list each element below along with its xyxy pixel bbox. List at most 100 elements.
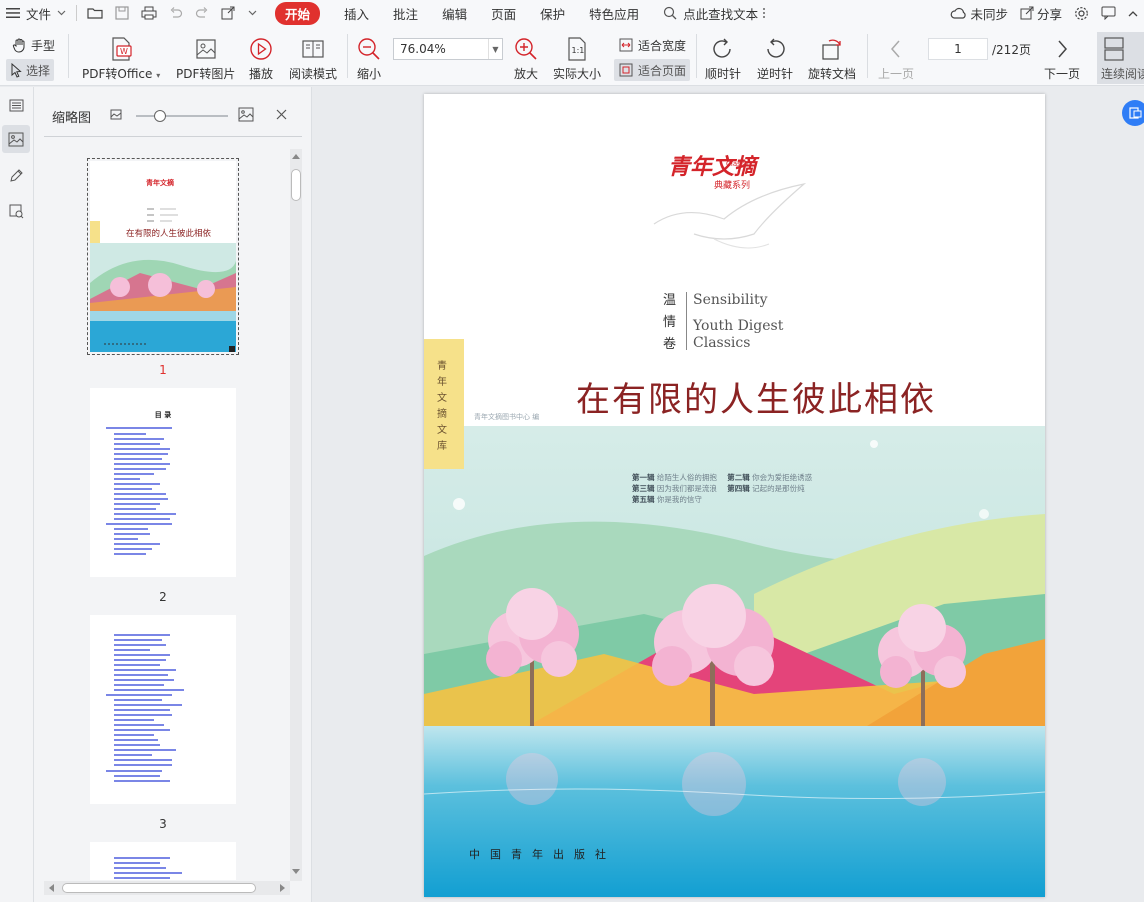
pdf-to-image-button[interactable]: PDF转图片 [176,36,235,82]
rotate-document-icon [819,36,845,62]
zoom-out-button[interactable]: 缩小 [356,36,382,82]
thumbnail-page-3[interactable] [90,615,236,804]
redo-icon [195,6,209,20]
tab-edit[interactable]: 编辑 [430,0,479,26]
settings-button[interactable] [1068,0,1095,26]
redo-button[interactable] [189,0,215,26]
pdf-to-word-icon: W [108,36,134,62]
close-icon[interactable] [276,109,287,120]
thumbnail-vertical-scrollbar[interactable] [290,149,302,881]
floating-assistant-button[interactable] [1122,100,1144,126]
save-button[interactable] [109,0,135,26]
large-image-icon[interactable] [238,107,254,122]
tab-protect[interactable]: 保护 [528,0,577,26]
english-line: Youth Digest [693,318,784,334]
svg-text:W: W [120,47,128,56]
rotate-clockwise-label: 顺时针 [705,67,742,81]
open-button[interactable] [81,0,109,26]
logo-sub-text: 典藏系列 [714,181,751,191]
chevron-right-icon [1049,36,1075,62]
hamburger-icon [6,7,20,19]
thumbnails-button[interactable] [2,125,30,153]
scroll-down-icon[interactable] [292,869,300,875]
bookmarks-button[interactable] [2,91,30,119]
actual-size-icon: 1:1 [564,36,590,62]
play-button[interactable]: 播放 [248,36,274,82]
zoom-in-button[interactable]: 放大 [513,36,539,82]
cover-thumbnail-art: 青年文摘 在有限的人生彼此相依 [90,161,236,352]
pdf-to-image-label: PDF转图片 [176,67,236,81]
play-icon [248,36,274,62]
save-icon [115,6,129,20]
thumbnail-size-slider[interactable] [136,110,228,122]
rotate-clockwise-button[interactable]: 顺时针 [705,36,741,82]
actual-size-button[interactable]: 1:1 实际大小 [553,36,601,82]
next-page-button[interactable]: 下一页 [1044,36,1080,82]
small-image-icon[interactable] [110,109,122,120]
prev-page-button[interactable]: 上一页 [878,36,914,82]
zoom-out-icon [356,36,382,62]
file-menu-label: 文件 [26,6,52,22]
zoom-in-label: 放大 [513,67,538,81]
scroll-right-icon[interactable] [280,884,286,892]
rotate-counterclockwise-button[interactable]: 逆时针 [757,36,793,82]
image-search-icon [9,204,24,219]
divider [686,292,687,350]
rotate-document-button[interactable]: 旋转文档 [808,36,856,82]
fit-width-button[interactable]: 适合宽度 [614,34,690,56]
cover-logo: 青年文摘 Classic 典藏系列 [668,156,764,191]
continuous-read-button[interactable]: 连续阅读 [1097,32,1144,84]
tab-features[interactable]: 特色应用 [577,0,651,26]
share-label: 分享 [1036,6,1062,22]
search-icon [663,6,677,20]
read-mode-button[interactable]: 阅读模式 [289,36,337,82]
side-toolbar [0,87,34,902]
share-doc-button[interactable] [215,0,242,26]
quick-access-dropdown[interactable] [242,0,263,26]
tab-insert[interactable]: 插入 [332,0,381,26]
select-tool-button[interactable]: 选择 [6,59,55,81]
thumbnail-page-4[interactable] [90,842,236,880]
tab-page[interactable]: 页面 [479,0,528,26]
thumbnail-panel-header: 缩略图 [34,87,312,137]
annotations-button[interactable] [2,161,30,189]
logo-tag-text: Classic [726,160,751,168]
document-viewer[interactable]: 青年文摘 Classic 典藏系列 温 情 卷 Sensibility Yout… [313,87,1144,902]
scroll-left-icon[interactable] [48,884,54,892]
print-button[interactable] [135,0,163,26]
scroll-up-icon[interactable] [292,153,300,159]
file-menu[interactable]: 文件 [0,0,72,26]
message-button[interactable] [1095,0,1122,26]
chapter-list: 第一辑 给陌生人俗的拥抱 第二辑 你会为爱拒绝诱惑 第三辑 因为我们都是流浪 第… [632,472,812,505]
thumbnail-page-number: 3 [159,817,167,831]
share-button[interactable]: 分享 [1014,0,1068,26]
search-placeholder: 点此查找文本 [683,6,759,22]
slider-knob[interactable] [154,110,166,122]
fit-page-button[interactable]: 适合页面 [614,59,691,81]
thumbnail-page-1[interactable]: 青年文摘 在有限的人生彼此相依 [87,158,239,355]
pdf-to-office-button[interactable]: W PDF转Office ▾ [82,36,160,82]
select-label: 选择 [26,63,51,78]
page-number-input[interactable]: 1 [928,38,988,60]
document-convert-icon [1128,106,1142,120]
hand-tool-button[interactable]: 手型 [8,34,59,56]
scrollbar-thumb[interactable] [62,883,256,893]
collapse-ribbon-button[interactable] [1122,0,1144,26]
attachments-button[interactable] [2,197,30,225]
thumbnail-panel-title: 缩略图 [52,111,92,126]
zoom-in-icon [513,36,539,62]
tab-start[interactable]: 开始 [263,0,332,26]
search-box[interactable]: 点此查找文本 [657,0,772,26]
tab-annotate[interactable]: 批注 [381,0,430,26]
chapter-line: 第一辑 给陌生人俗的拥抱 第二辑 你会为爱拒绝诱惑 [632,473,813,482]
undo-button[interactable] [163,0,189,26]
thumbnail-horizontal-scrollbar[interactable] [44,881,290,895]
prev-page-label: 上一页 [878,67,915,81]
rotate-counterclockwise-icon [762,36,788,62]
scrollbar-thumb[interactable] [291,169,301,201]
actual-size-label: 实际大小 [553,67,602,81]
thumbnail-icon [8,132,24,147]
thumbnail-page-2[interactable]: 目 录 [90,388,236,577]
zoom-level-select[interactable]: 76.04% ▼ [393,38,503,60]
sync-button[interactable]: 未同步 [944,0,1014,26]
